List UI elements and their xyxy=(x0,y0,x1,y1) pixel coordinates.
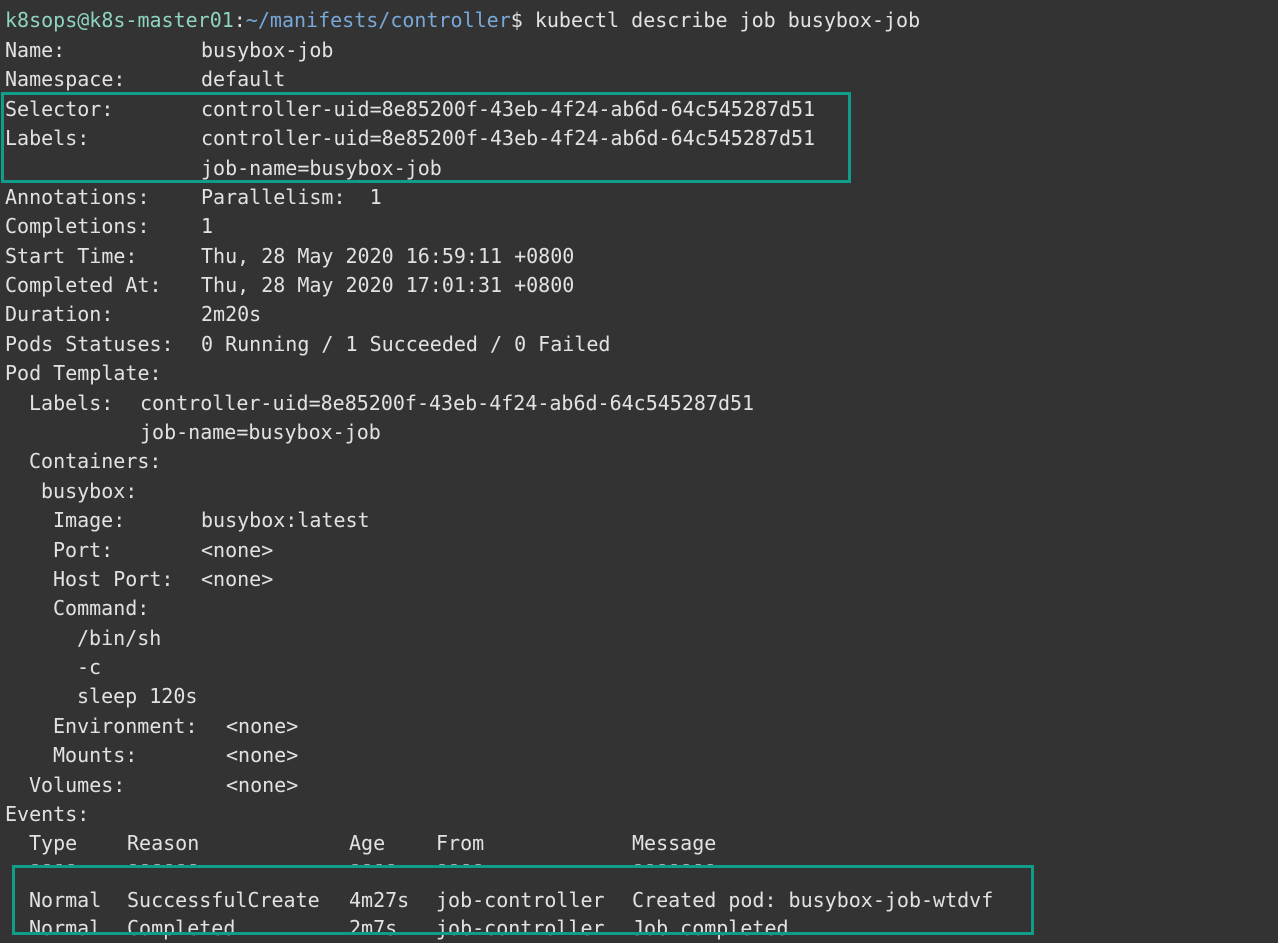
prompt-line: k8sops@k8s-master01:~/manifests/controll… xyxy=(5,6,920,35)
container-key: Environment: xyxy=(53,714,198,738)
events-underline-row: ---- ------ ---- ---- ------- xyxy=(29,857,716,871)
event-age: 2m7s xyxy=(349,916,398,940)
field-row-selector: Selector: controller-uid=8e85200f-43eb-4f… xyxy=(5,95,815,124)
events-underline: ---- xyxy=(436,857,485,871)
field-key: Pods Statuses: xyxy=(5,332,174,356)
event-from: job-controller xyxy=(436,916,605,940)
field-key: Name: xyxy=(5,38,66,62)
pod-template-heading: Pod Template: xyxy=(5,361,162,385)
event-from: job-controller xyxy=(436,888,605,912)
events-col-reason: Reason xyxy=(127,831,200,855)
event-reason: Completed xyxy=(127,916,236,940)
prompt-path: ~/manifests/controller xyxy=(245,8,511,32)
field-row-pods-statuses: Pods Statuses: 0 Running / 1 Succeeded / … xyxy=(5,330,610,359)
container-value: <none> xyxy=(201,567,274,591)
field-value: Parallelism: 1 xyxy=(201,185,382,209)
events-col-message: Message xyxy=(632,831,717,855)
events-col-age: Age xyxy=(349,831,386,855)
events-heading: Events: xyxy=(5,802,90,826)
containers-heading: Containers: xyxy=(29,449,162,473)
field-value: Thu, 28 May 2020 17:01:31 +0800 xyxy=(201,273,575,297)
field-row-completions: Completions: 1 xyxy=(5,212,213,241)
field-value: default xyxy=(201,67,286,91)
event-age: 4m27s xyxy=(349,888,410,912)
container-image-row: Image: busybox:latest xyxy=(53,506,370,535)
events-table-row: Normal Completed 2m7s job-controller Job com… xyxy=(29,914,789,943)
field-row-name: Name: busybox-job xyxy=(5,36,333,65)
field-key: Labels: xyxy=(5,126,90,150)
pod-labels-key: Labels: xyxy=(29,391,114,415)
events-underline: ------ xyxy=(127,857,200,871)
field-key: Completions: xyxy=(5,214,150,238)
container-value: <none> xyxy=(226,743,299,767)
volumes-key: Volumes: xyxy=(29,773,126,797)
container-value: busybox:latest xyxy=(201,508,370,532)
field-row-annotations: Annotations: Parallelism: 1 xyxy=(5,183,382,212)
command-heading: Command: xyxy=(53,596,150,620)
volumes-row: Volumes: <none> xyxy=(29,771,298,800)
events-underline: ---- xyxy=(349,857,398,871)
field-value: job-name=busybox-job xyxy=(201,156,442,180)
terminal-window[interactable]: k8sops@k8s-master01:~/manifests/controll… xyxy=(0,0,1278,940)
field-value: 2m20s xyxy=(201,302,262,326)
field-key: Selector: xyxy=(5,97,114,121)
container-name: busybox: xyxy=(41,479,138,503)
prompt-symbol: $ xyxy=(510,8,535,32)
field-value: busybox-job xyxy=(201,38,334,62)
events-table-row: Normal SuccessfulCreate 4m27s job-controlle… xyxy=(29,886,993,915)
event-reason: SuccessfulCreate xyxy=(127,888,320,912)
events-underline: ------- xyxy=(632,857,717,871)
container-value: <none> xyxy=(226,714,299,738)
field-row-start-time: Start Time: Thu, 28 May 2020 16:59:11 +08… xyxy=(5,242,574,271)
prompt-command: kubectl describe job busybox-job xyxy=(534,8,921,32)
container-value: <none> xyxy=(201,538,274,562)
field-value: Thu, 28 May 2020 16:59:11 +0800 xyxy=(201,244,575,268)
event-message: Created pod: busybox-job-wtdvf xyxy=(632,888,994,912)
event-type: Normal xyxy=(29,916,102,940)
event-message: Job completed xyxy=(632,916,789,940)
container-environment-row: Environment: <none> xyxy=(53,712,298,741)
events-col-from: From xyxy=(436,831,485,855)
prompt-separator: : xyxy=(233,8,246,32)
field-key: Duration: xyxy=(5,302,114,326)
field-key: Annotations: xyxy=(5,185,150,209)
pod-template-labels: Labels: controller-uid=8e85200f-43eb-4f24… xyxy=(29,389,754,418)
volumes-value: <none> xyxy=(226,773,299,797)
container-key: Mounts: xyxy=(53,743,138,767)
field-row-namespace: Namespace: default xyxy=(5,65,285,94)
command-arg: sleep 120s xyxy=(77,684,198,708)
events-underline: ---- xyxy=(29,857,78,871)
field-key: Start Time: xyxy=(5,244,138,268)
field-row-labels-cont: job-name=busybox-job xyxy=(5,154,442,183)
field-row-duration: Duration: 2m20s xyxy=(5,300,261,329)
command-arg: -c xyxy=(77,655,102,679)
field-value: 1 xyxy=(201,214,214,238)
container-key: Port: xyxy=(53,538,114,562)
field-value: controller-uid=8e85200f-43eb-4f24-ab6d-6… xyxy=(201,97,816,121)
pod-labels-value: controller-uid=8e85200f-43eb-4f24-ab6d-6… xyxy=(140,391,755,415)
event-type: Normal xyxy=(29,888,102,912)
field-value: controller-uid=8e85200f-43eb-4f24-ab6d-6… xyxy=(201,126,816,150)
prompt-user-host: k8sops@k8s-master01 xyxy=(5,8,234,32)
container-key: Host Port: xyxy=(53,567,174,591)
container-mounts-row: Mounts: <none> xyxy=(53,741,298,770)
container-key: Image: xyxy=(53,508,126,532)
field-key: Namespace: xyxy=(5,67,126,91)
command-arg: /bin/sh xyxy=(77,626,162,650)
pod-template-labels-cont: job-name=busybox-job xyxy=(140,420,381,444)
container-host-port-row: Host Port: <none> xyxy=(53,565,273,594)
field-key: Completed At: xyxy=(5,273,162,297)
events-col-type: Type xyxy=(29,831,78,855)
field-row-completed-at: Completed At: Thu, 28 May 2020 17:01:31 +… xyxy=(5,271,574,300)
field-row-labels: Labels: controller-uid=8e85200f-43eb-4f24… xyxy=(5,124,815,153)
events-header-row: Type Reason Age From Message xyxy=(29,829,716,858)
container-port-row: Port: <none> xyxy=(53,536,273,565)
field-value: 0 Running / 1 Succeeded / 0 Failed xyxy=(201,332,611,356)
